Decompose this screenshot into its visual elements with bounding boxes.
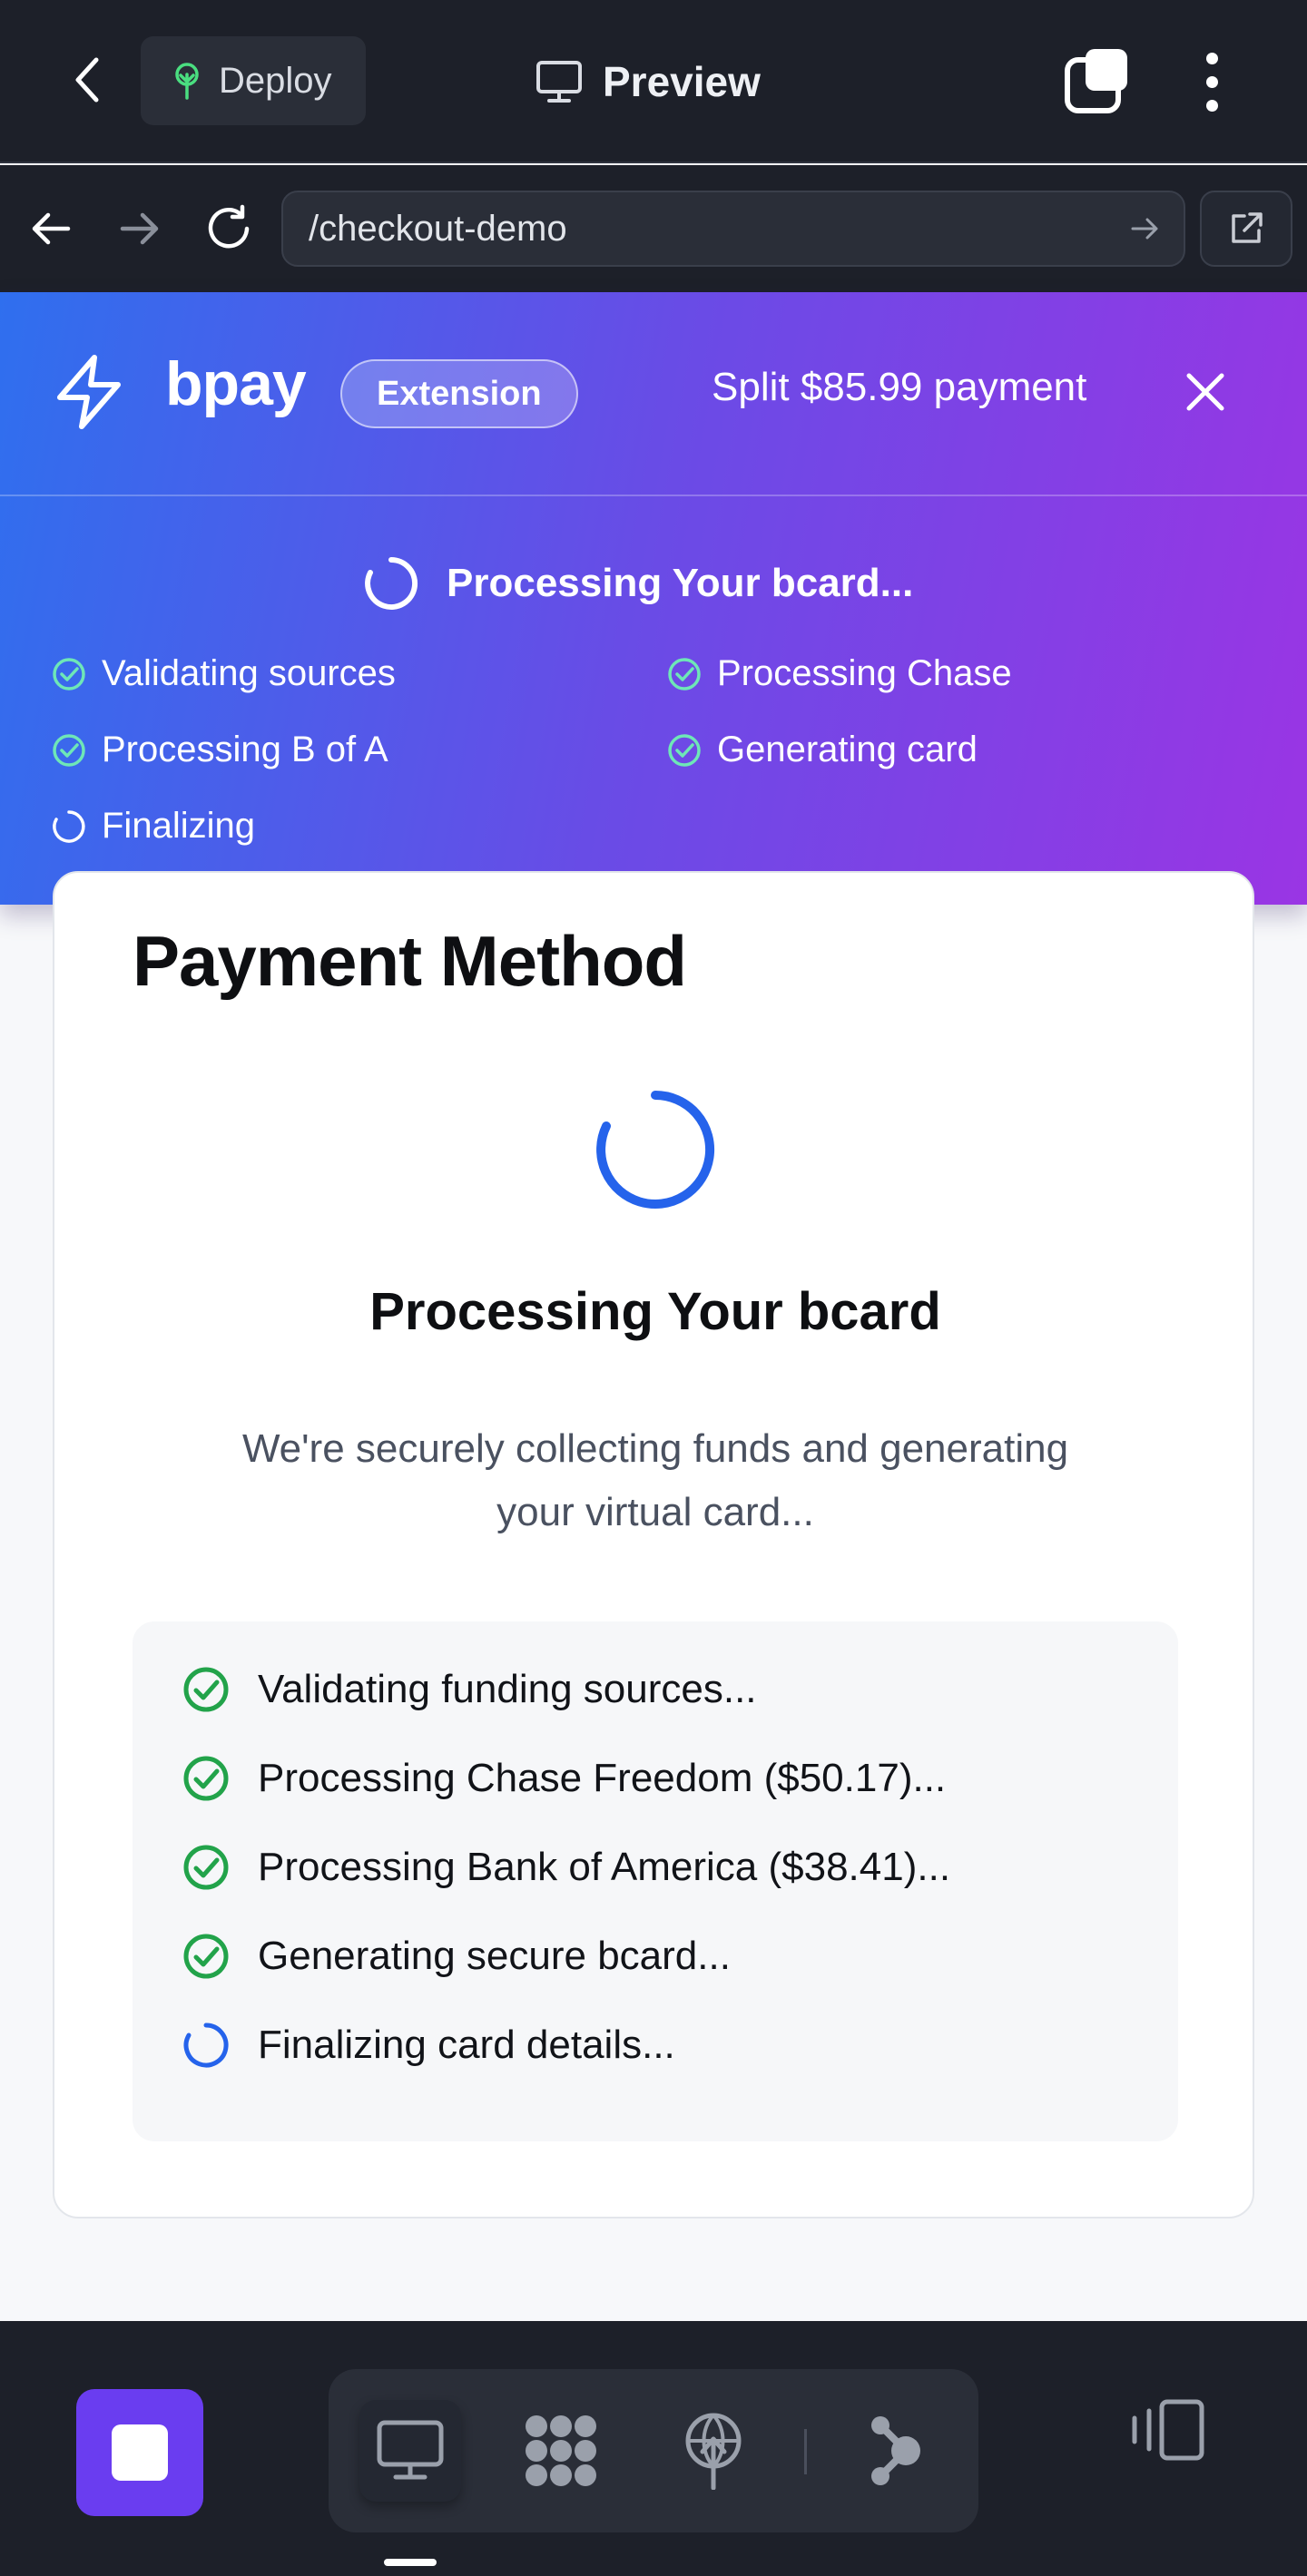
arrow-left-icon bbox=[32, 212, 71, 245]
check-circle-icon bbox=[183, 1845, 229, 1890]
url-bar[interactable]: /checkout-demo bbox=[281, 191, 1185, 267]
payment-method-card: Payment Method Processing Your bcard We'… bbox=[53, 871, 1254, 2218]
browser-forward-button[interactable] bbox=[107, 196, 172, 261]
lightning-icon bbox=[57, 355, 121, 429]
processing-title: Processing Your bcard bbox=[369, 1282, 941, 1341]
spinner-icon bbox=[53, 809, 85, 843]
refresh-icon bbox=[208, 204, 250, 249]
step-label: Processing Chase Freedom ($50.17)... bbox=[258, 1756, 947, 1800]
check-circle-icon bbox=[183, 1934, 229, 1979]
check-circle-icon bbox=[183, 1756, 229, 1801]
arrow-right-icon bbox=[120, 212, 159, 245]
preview-title[interactable]: Preview bbox=[536, 45, 761, 118]
extension-step-label: Finalizing bbox=[102, 806, 255, 846]
home-indicator bbox=[384, 2559, 437, 2566]
tabs-button[interactable] bbox=[1062, 45, 1135, 118]
sprout-icon bbox=[175, 63, 199, 100]
stream-icon bbox=[871, 2416, 920, 2485]
extension-step: Finalizing bbox=[51, 806, 255, 847]
more-vertical-icon bbox=[1205, 52, 1218, 64]
preview-label: Preview bbox=[603, 58, 761, 105]
extension-processing-header: Processing Your bcard... bbox=[363, 555, 913, 612]
extension-step: Processing B of A bbox=[51, 730, 388, 770]
spinner-icon bbox=[365, 557, 418, 610]
list-item: Processing Chase Freedom ($50.17)... bbox=[182, 1754, 946, 1803]
devices-icon bbox=[1132, 2399, 1204, 2461]
step-label: Generating secure bcard... bbox=[258, 1934, 731, 1978]
refresh-button[interactable] bbox=[196, 196, 261, 261]
check-circle-icon bbox=[53, 657, 85, 691]
extension-step-label: Processing Chase bbox=[717, 653, 1012, 693]
brand-name: bpay bbox=[165, 349, 307, 418]
extension-step: Validating sources bbox=[51, 653, 396, 694]
stream-button[interactable] bbox=[844, 2400, 946, 2502]
deploy-label: Deploy bbox=[219, 60, 332, 101]
list-item: Generating secure bcard... bbox=[182, 1932, 731, 1981]
check-circle-icon bbox=[53, 733, 85, 767]
extension-step-label: Processing B of A bbox=[102, 730, 388, 769]
divider bbox=[804, 2429, 807, 2474]
list-item: Validating funding sources... bbox=[182, 1665, 757, 1714]
deploy-button[interactable]: Deploy bbox=[141, 36, 366, 125]
devices-button[interactable] bbox=[1122, 2385, 1213, 2475]
bottom-toolbar bbox=[0, 2321, 1307, 2576]
back-button[interactable] bbox=[56, 47, 122, 113]
extension-banner: bpay Extension Split $85.99 payment Proc… bbox=[0, 292, 1307, 905]
step-label: Processing Bank of America ($38.41)... bbox=[258, 1845, 951, 1889]
extension-badge: Extension bbox=[340, 359, 578, 428]
spinner-icon bbox=[183, 2023, 229, 2068]
processing-steps: Validating funding sources... Processing… bbox=[133, 1621, 1178, 2141]
stop-button[interactable] bbox=[76, 2389, 203, 2516]
go-arrow-icon[interactable] bbox=[1124, 207, 1167, 250]
extension-step: Processing Chase bbox=[666, 653, 1012, 694]
split-payment-text: Split $85.99 payment bbox=[712, 365, 1087, 409]
app-topbar: Deploy Preview bbox=[0, 0, 1307, 163]
extension-step: Generating card bbox=[666, 730, 978, 770]
external-link-icon bbox=[1232, 212, 1263, 243]
extension-step-label: Validating sources bbox=[102, 653, 396, 693]
processing-subtitle: We're securely collecting funds and gene… bbox=[241, 1426, 1069, 1534]
deploy-globe-button[interactable] bbox=[663, 2400, 764, 2502]
check-circle-icon bbox=[668, 733, 701, 767]
tool-group bbox=[329, 2369, 978, 2532]
check-circle-icon bbox=[183, 1667, 229, 1712]
open-external-button[interactable] bbox=[1200, 191, 1292, 267]
extension-header: bpay Extension Split $85.99 payment bbox=[0, 292, 1307, 496]
spinner-icon bbox=[596, 1091, 715, 1209]
monitor-icon bbox=[377, 2420, 444, 2480]
desktop-preview-button[interactable] bbox=[359, 2400, 461, 2502]
globe-icon bbox=[685, 2413, 742, 2490]
check-circle-icon bbox=[668, 657, 701, 691]
card-title: Payment Method bbox=[133, 921, 687, 1001]
browser-toolbar: /checkout-demo bbox=[0, 165, 1307, 292]
tabs-icon bbox=[1065, 49, 1127, 113]
extension-step-label: Generating card bbox=[717, 730, 978, 769]
apps-icon bbox=[526, 2415, 596, 2486]
close-icon[interactable] bbox=[1180, 367, 1231, 417]
extension-processing-title: Processing Your bcard... bbox=[447, 561, 914, 605]
list-item: Processing Bank of America ($38.41)... bbox=[182, 1843, 950, 1892]
chevron-left-icon bbox=[75, 57, 99, 103]
step-label: Finalizing card details... bbox=[258, 2023, 675, 2067]
monitor-icon bbox=[536, 61, 582, 103]
stop-icon bbox=[112, 2424, 168, 2481]
apps-button[interactable] bbox=[510, 2400, 612, 2502]
step-label: Validating funding sources... bbox=[258, 1667, 757, 1711]
list-item: Finalizing card details... bbox=[182, 2021, 675, 2070]
more-options-button[interactable] bbox=[1180, 45, 1243, 118]
url-text: /checkout-demo bbox=[309, 208, 567, 249]
browser-back-button[interactable] bbox=[18, 196, 84, 261]
